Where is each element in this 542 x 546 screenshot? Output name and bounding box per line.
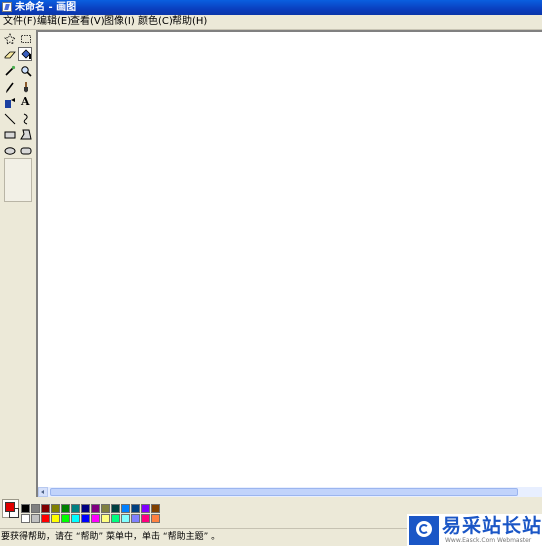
current-colors[interactable]	[2, 499, 19, 518]
brush-icon	[24, 82, 28, 93]
curve-tool[interactable]	[19, 112, 33, 126]
palette-swatch[interactable]	[91, 514, 100, 523]
menu-edit[interactable]: 编辑(E)	[37, 15, 71, 29]
fill-tool[interactable]	[18, 47, 32, 61]
rectangle-icon	[4, 131, 16, 139]
airbrush-tool[interactable]	[3, 96, 17, 110]
text-tool[interactable]: A	[19, 95, 33, 110]
window-title: 未命名 - 画图	[15, 2, 77, 13]
toolbox: A	[0, 30, 36, 497]
palette-swatch[interactable]	[31, 504, 40, 513]
palette-swatch[interactable]	[81, 504, 90, 513]
palette-swatch[interactable]	[31, 514, 40, 523]
rectangle-tool[interactable]	[3, 128, 17, 142]
palette-swatch[interactable]	[111, 514, 120, 523]
pencil-icon	[6, 82, 14, 93]
palette-swatch[interactable]	[71, 514, 80, 523]
ellipse-tool[interactable]	[3, 144, 17, 158]
scroll-thumb[interactable]	[50, 488, 518, 496]
polygon-tool[interactable]	[19, 128, 33, 142]
rect-select-icon	[21, 35, 31, 43]
status-text: 要获得帮助，请在 “帮助” 菜单中，单击 “帮助主题” 。	[1, 532, 221, 542]
menu-colors[interactable]: 颜色(C)	[138, 15, 173, 29]
curve-icon	[23, 113, 28, 125]
palette-swatch[interactable]	[71, 504, 80, 513]
menu-view[interactable]: 查看(V)	[70, 15, 105, 29]
palette-swatch[interactable]	[61, 514, 70, 523]
palette-swatch[interactable]	[151, 504, 160, 513]
pencil-tool[interactable]	[3, 80, 17, 94]
airbrush-icon	[5, 98, 15, 108]
polygon-icon	[20, 129, 32, 140]
pick-color-tool[interactable]	[3, 64, 17, 78]
foreground-color-swatch	[5, 502, 15, 512]
line-icon	[4, 113, 16, 125]
brand-logo	[409, 516, 439, 545]
palette-swatch[interactable]	[21, 504, 30, 513]
palette-swatch[interactable]	[111, 504, 120, 513]
palette-swatch[interactable]	[101, 514, 110, 523]
horizontal-scrollbar[interactable]	[38, 487, 542, 497]
eraser-icon	[4, 51, 16, 59]
title-bar[interactable]: 未命名 - 画图	[0, 0, 542, 15]
palette-swatch[interactable]	[141, 504, 150, 513]
ellipse-icon	[4, 147, 16, 155]
palette-swatch[interactable]	[141, 514, 150, 523]
palette-swatch[interactable]	[51, 504, 60, 513]
text-a-icon: A	[21, 95, 30, 108]
line-tool[interactable]	[3, 112, 17, 126]
palette-swatch[interactable]	[51, 514, 60, 523]
palette-swatch[interactable]	[61, 504, 70, 513]
palette-swatch[interactable]	[121, 504, 130, 513]
palette-swatch[interactable]	[151, 514, 160, 523]
menu-bar: 文件(F) 编辑(E) 查看(V) 图像(I) 颜色(C) 帮助(H)	[0, 15, 542, 30]
brush-tool[interactable]	[19, 80, 33, 94]
paint-bucket-icon	[21, 49, 31, 59]
palette-swatch[interactable]	[101, 504, 110, 513]
magnifier-icon	[21, 66, 32, 77]
palette-swatch[interactable]	[131, 504, 140, 513]
palette-swatch[interactable]	[21, 514, 30, 523]
palette-swatch[interactable]	[41, 514, 50, 523]
rounded-rectangle-icon	[20, 147, 32, 155]
free-form-select-tool[interactable]	[3, 32, 17, 46]
menu-image[interactable]: 图像(I)	[104, 15, 135, 29]
eraser-tool[interactable]	[3, 48, 17, 62]
palette-swatch[interactable]	[91, 504, 100, 513]
star-select-icon	[4, 33, 16, 45]
scroll-left-button[interactable]	[38, 487, 48, 497]
palette-swatch[interactable]	[121, 514, 130, 523]
palette-swatch[interactable]	[131, 514, 140, 523]
palette-swatch[interactable]	[81, 514, 90, 523]
magnifier-tool[interactable]	[19, 64, 33, 78]
menu-file[interactable]: 文件(F)	[3, 15, 37, 29]
watermark: 易采站长站 Www.Easck.Com Webmaster	[407, 514, 542, 546]
watermark-brand: 易采站长站	[442, 515, 542, 537]
palette-swatch[interactable]	[41, 504, 50, 513]
select-tool[interactable]	[19, 32, 33, 46]
drawing-canvas[interactable]	[36, 30, 542, 497]
rounded-rectangle-tool[interactable]	[19, 144, 33, 158]
tool-options-box[interactable]	[4, 158, 32, 202]
menu-help[interactable]: 帮助(H)	[172, 15, 207, 29]
paint-app-icon	[2, 2, 12, 12]
eyedropper-icon	[5, 65, 16, 76]
watermark-url: Www.Easck.Com Webmaster	[445, 537, 532, 544]
